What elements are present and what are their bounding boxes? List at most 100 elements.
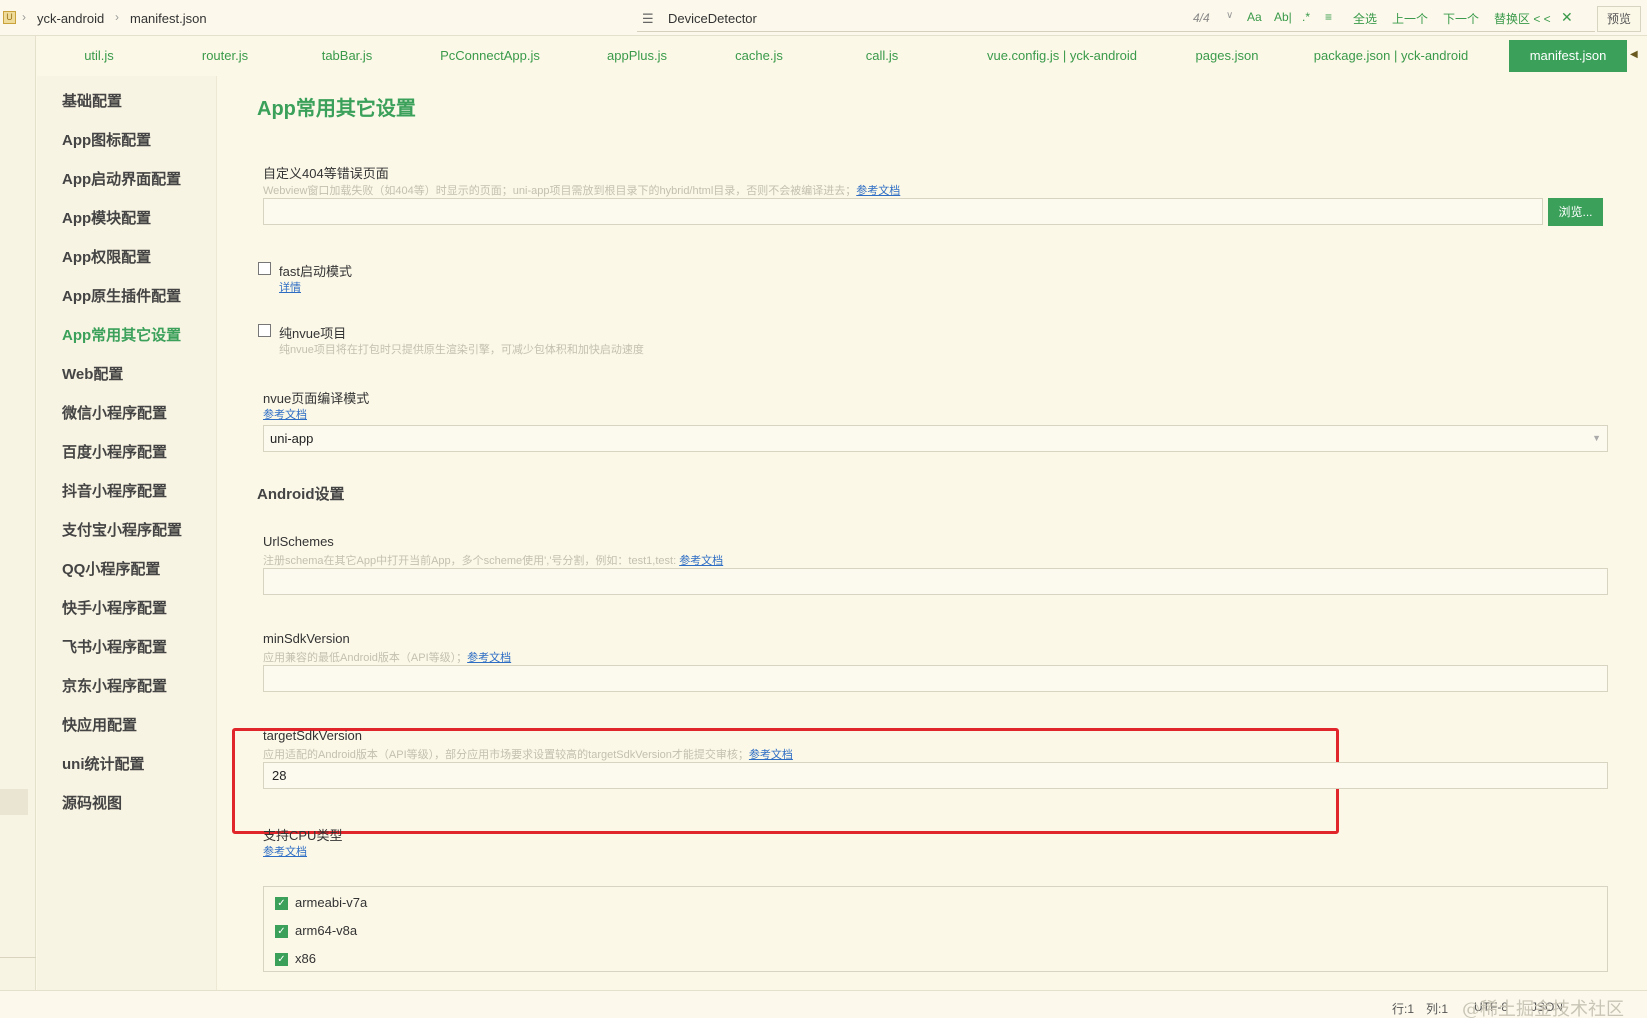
sidebar-item-app-modules[interactable]: App模块配置 [62, 207, 151, 228]
status-col[interactable]: 列:1 [1426, 1000, 1448, 1017]
sidebar-item-weixin[interactable]: 微信小程序配置 [62, 402, 167, 423]
tab-vue-config[interactable]: vue.config.js | yck-android [952, 40, 1172, 72]
sidebar-item-web[interactable]: Web配置 [62, 363, 123, 384]
sidebar-item-uni-stat[interactable]: uni统计配置 [62, 753, 145, 774]
cpu-x86-label: x86 [295, 951, 316, 966]
status-line[interactable]: 行:1 [1392, 1000, 1414, 1017]
url-schemes-label: UrlSchemes [263, 534, 334, 549]
page-title: App常用其它设置 [257, 98, 416, 120]
tab-appplus[interactable]: appPlus.js [587, 40, 687, 72]
tab-cache[interactable]: cache.js [719, 40, 799, 72]
sidebar-item-kuaishou[interactable]: 快手小程序配置 [62, 597, 167, 618]
sidebar-item-app-other-settings[interactable]: App常用其它设置 [62, 324, 181, 345]
tab-router[interactable]: router.js [185, 40, 265, 72]
left-gutter [0, 36, 36, 990]
min-sdk-doc-link[interactable]: 参考文档 [467, 652, 511, 664]
tab-package[interactable]: package.json | yck-android [1296, 40, 1486, 72]
sidebar-item-qq[interactable]: QQ小程序配置 [62, 558, 160, 579]
chevron-down-icon[interactable]: ∨ [1226, 10, 1233, 21]
settings-panel: App常用其它设置 自定义404等错误页面 Webview窗口加载失败（如404… [218, 76, 1647, 990]
cpu-doc-link[interactable]: 参考文档 [263, 843, 307, 859]
align-icon[interactable]: ≡ [1325, 10, 1332, 24]
config-sidebar: 基础配置 App图标配置 App启动界面配置 App模块配置 App权限配置 A… [37, 76, 217, 990]
min-sdk-input[interactable] [263, 665, 1608, 692]
nvue-mode-value: uni-app [270, 431, 314, 446]
sidebar-item-jd[interactable]: 京东小程序配置 [62, 675, 167, 696]
nvue-mode-label: nvue页面编译模式 [263, 391, 370, 406]
target-sdk-doc-link[interactable]: 参考文档 [749, 749, 793, 761]
preview-button[interactable]: 预览 [1597, 6, 1641, 32]
tab-pages[interactable]: pages.json [1177, 40, 1277, 72]
sidebar-item-alipay[interactable]: 支付宝小程序配置 [62, 519, 182, 540]
browse-button[interactable]: 浏览... [1548, 198, 1603, 226]
divider [0, 957, 36, 958]
url-schemes-hint: 注册schema在其它App中打开当前App，多个scheme使用','号分割，… [263, 552, 723, 568]
find-icon: ☰ [642, 11, 654, 26]
sidebar-item-app-icon[interactable]: App图标配置 [62, 129, 151, 150]
sidebar-item-app-permissions[interactable]: App权限配置 [62, 246, 151, 267]
url-schemes-doc-link[interactable]: 参考文档 [679, 555, 723, 567]
tab-call[interactable]: call.js [852, 40, 912, 72]
chevron-down-icon: ▼ [1592, 433, 1601, 443]
tab-tabbar[interactable]: tabBar.js [307, 40, 387, 72]
regex-button[interactable]: .* [1302, 10, 1310, 24]
project-icon: U [3, 11, 16, 24]
pure-nvue-checkbox[interactable] [258, 324, 271, 337]
find-next-button[interactable]: 下一个 [1443, 10, 1479, 27]
sidebar-item-source-view[interactable]: 源码视图 [62, 792, 122, 813]
find-prev-button[interactable]: 上一个 [1392, 10, 1428, 27]
gutter-marker [0, 789, 28, 815]
close-icon[interactable]: ✕ [1561, 9, 1573, 26]
replace-toggle-button[interactable]: 替换区 < < [1494, 10, 1551, 27]
url-schemes-hint-text: 注册schema在其它App中打开当前App，多个scheme使用','号分割，… [263, 555, 677, 567]
min-sdk-hint: 应用兼容的最低Android版本（API等级）；参考文档 [263, 649, 511, 665]
nvue-mode-doc-link[interactable]: 参考文档 [263, 406, 307, 422]
find-count: 4/4 [1193, 11, 1210, 25]
sidebar-item-app-splash[interactable]: App启动界面配置 [62, 168, 181, 189]
breadcrumb-file[interactable]: manifest.json [130, 11, 207, 26]
fast-start-label: fast启动模式 [279, 264, 352, 279]
status-bar: 行:1 列:1 UTF-8 JSON @稀土掘金技术社区 [0, 990, 1647, 1018]
sidebar-item-quickapp[interactable]: 快应用配置 [62, 714, 137, 735]
cpu-x86-checkbox[interactable]: ✓ [275, 953, 288, 966]
editor-tabs: util.js router.js tabBar.js PcConnectApp… [37, 40, 1647, 76]
cpu-options [263, 886, 1608, 972]
min-sdk-label: minSdkVersion [263, 631, 350, 646]
sidebar-item-feishu[interactable]: 飞书小程序配置 [62, 636, 167, 657]
chevron-right-icon: › [22, 10, 26, 24]
target-sdk-input[interactable]: 28 [263, 762, 1608, 789]
nvue-mode-select[interactable]: uni-app ▼ [263, 425, 1608, 452]
sidebar-item-basic[interactable]: 基础配置 [62, 90, 122, 111]
whole-word-button[interactable]: Ab| [1274, 10, 1292, 24]
tab-pcconnectapp[interactable]: PcConnectApp.js [425, 40, 555, 72]
pure-nvue-hint: 纯nvue项目将在打包时只提供原生渲染引擎，可减少包体积和加快启动速度 [279, 344, 644, 356]
cpu-label: 支持CPU类型 [263, 828, 343, 843]
cpu-armeabi-v7a-checkbox[interactable]: ✓ [275, 897, 288, 910]
error-page-label: 自定义404等错误页面 [263, 166, 389, 181]
target-sdk-hint-text: 应用适配的Android版本（API等级），部分应用市场要求设置较高的targe… [263, 749, 749, 761]
find-input[interactable]: DeviceDetector [668, 11, 757, 26]
breadcrumb-project[interactable]: yck-android [37, 11, 104, 26]
error-page-input[interactable] [263, 198, 1543, 225]
url-schemes-input[interactable] [263, 568, 1608, 595]
cpu-armeabi-v7a-label: armeabi-v7a [295, 895, 368, 910]
tab-scroll-icon[interactable]: ◀ [1630, 49, 1638, 60]
select-all-button[interactable]: 全选 [1353, 10, 1377, 27]
error-page-doc-link[interactable]: 参考文档 [856, 185, 900, 197]
sidebar-item-baidu[interactable]: 百度小程序配置 [62, 441, 167, 462]
watermark: @稀土掘金技术社区 [1462, 999, 1624, 1018]
target-sdk-label: targetSdkVersion [263, 728, 363, 743]
tab-manifest[interactable]: manifest.json [1509, 40, 1627, 72]
sidebar-item-douyin[interactable]: 抖音小程序配置 [62, 480, 167, 501]
match-case-button[interactable]: Aa [1247, 10, 1262, 24]
chevron-right-icon: › [115, 10, 119, 24]
fast-start-details-link[interactable]: 详情 [279, 279, 301, 295]
pure-nvue-label: 纯nvue项目 [279, 326, 347, 341]
fast-start-checkbox[interactable] [258, 262, 271, 275]
cpu-arm64-v8a-checkbox[interactable]: ✓ [275, 925, 288, 938]
min-sdk-hint-text: 应用兼容的最低Android版本（API等级）； [263, 652, 468, 664]
tab-util[interactable]: util.js [67, 40, 131, 72]
android-section-title: Android设置 [257, 486, 345, 503]
sidebar-item-app-native-plugins[interactable]: App原生插件配置 [62, 285, 181, 306]
cpu-arm64-v8a-label: arm64-v8a [295, 923, 358, 938]
